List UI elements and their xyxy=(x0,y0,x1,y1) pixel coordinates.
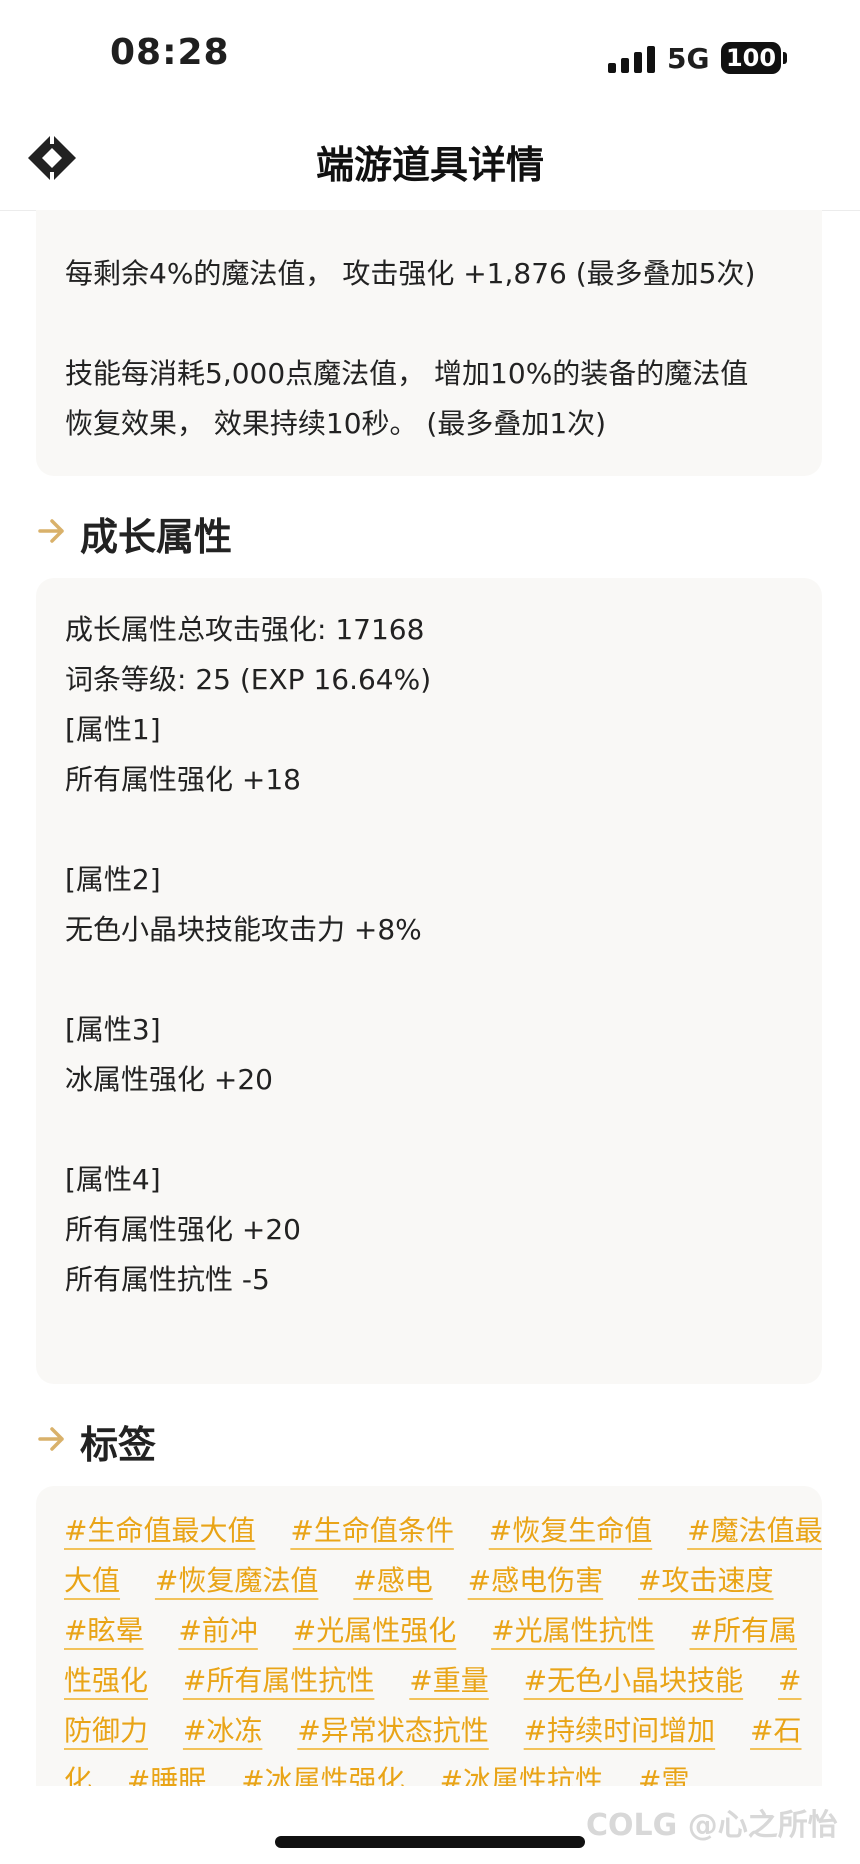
attr-label: [属性3] xyxy=(65,1013,161,1046)
tag-link[interactable]: #所有属性抗性 xyxy=(183,1664,374,1697)
growth-level: 词条等级: 25 (EXP 16.64%) xyxy=(65,663,432,696)
tag-link[interactable]: #生命值条件 xyxy=(290,1514,453,1547)
growth-total: 成长属性总攻击强化: 17168 xyxy=(65,613,425,646)
status-time: 08:28 xyxy=(110,32,230,73)
tag-link[interactable]: #无色小晶块技能 xyxy=(524,1664,743,1697)
tag-link[interactable]: #恢复魔法值 xyxy=(155,1564,318,1597)
arrow-right-icon xyxy=(38,519,64,543)
tag-link[interactable]: #雷 xyxy=(638,1764,689,1786)
status-bar: 08:28 5G 100 xyxy=(0,0,860,110)
attr-value: 无色小晶块技能攻击力 +8% xyxy=(65,913,422,946)
tags-card: #生命值最大值 #生命值条件 #恢复生命值 #魔法值最大值 #恢复魔法值 #感电… xyxy=(36,1486,822,1786)
network-label: 5G xyxy=(667,42,710,75)
description-card: 每剩余4%的魔法值， 攻击强化 +1,876 (最多叠加5次) 技能每消耗5,0… xyxy=(36,210,822,476)
attr-value: 所有属性抗性 -5 xyxy=(65,1263,270,1296)
attr-value: 所有属性强化 +18 xyxy=(65,763,301,796)
battery-tip xyxy=(783,52,787,64)
description-line: 恢复效果， 效果持续10秒。 (最多叠加1次) xyxy=(65,407,607,440)
tag-link[interactable]: #感电伤害 xyxy=(468,1564,603,1597)
watermark: COLG @心之所怡 xyxy=(586,1808,838,1843)
tag-link[interactable]: #眩晕 xyxy=(64,1614,143,1647)
attr-label: [属性1] xyxy=(65,713,161,746)
section-title-growth: 成长属性 xyxy=(80,515,233,559)
tag-link[interactable]: #异常状态抗性 xyxy=(297,1714,488,1747)
tag-link[interactable]: #睡眠 xyxy=(127,1764,206,1786)
tag-link[interactable]: #冰属性抗性 xyxy=(440,1764,603,1786)
tag-link[interactable]: #前冲 xyxy=(178,1614,257,1647)
tag-link[interactable]: #冰属性强化 xyxy=(241,1764,404,1786)
growth-card: 成长属性总攻击强化: 17168 词条等级: 25 (EXP 16.64%) [… xyxy=(36,578,822,1384)
tag-link[interactable]: #光属性强化 xyxy=(293,1614,456,1647)
page-title: 端游道具详情 xyxy=(315,143,544,187)
tag-link[interactable]: #持续时间增加 xyxy=(524,1714,715,1747)
home-indicator[interactable] xyxy=(275,1836,585,1848)
description-line: 技能每消耗5,000点魔法值， 增加10%的装备的魔法值 xyxy=(65,357,749,390)
section-title-tags: 标签 xyxy=(80,1423,157,1467)
attr-value: 所有属性强化 +20 xyxy=(65,1213,301,1246)
signal-icon xyxy=(608,45,656,73)
tag-link[interactable]: #生命值最大值 xyxy=(64,1514,255,1547)
attr-label: [属性4] xyxy=(65,1163,161,1196)
battery-icon: 100 xyxy=(721,42,781,74)
tag-link[interactable]: #感电 xyxy=(353,1564,432,1597)
arrow-right-icon xyxy=(38,1427,64,1451)
tag-link[interactable]: #光属性抗性 xyxy=(491,1614,654,1647)
tag-link[interactable]: #重量 xyxy=(409,1664,488,1697)
attr-label: [属性2] xyxy=(65,863,161,896)
description-line: 每剩余4%的魔法值， 攻击强化 +1,876 (最多叠加5次) xyxy=(65,257,756,290)
tag-link[interactable]: #冰冻 xyxy=(183,1714,262,1747)
tag-link[interactable]: #攻击速度 xyxy=(638,1564,773,1597)
tag-link[interactable]: #恢复生命值 xyxy=(489,1514,652,1547)
attr-value: 冰属性强化 +20 xyxy=(65,1063,273,1096)
tags-list: #生命值最大值 #生命值条件 #恢复生命值 #魔法值最大值 #恢复魔法值 #感电… xyxy=(64,1506,822,1786)
nav-bar: 端游道具详情 xyxy=(0,110,860,211)
